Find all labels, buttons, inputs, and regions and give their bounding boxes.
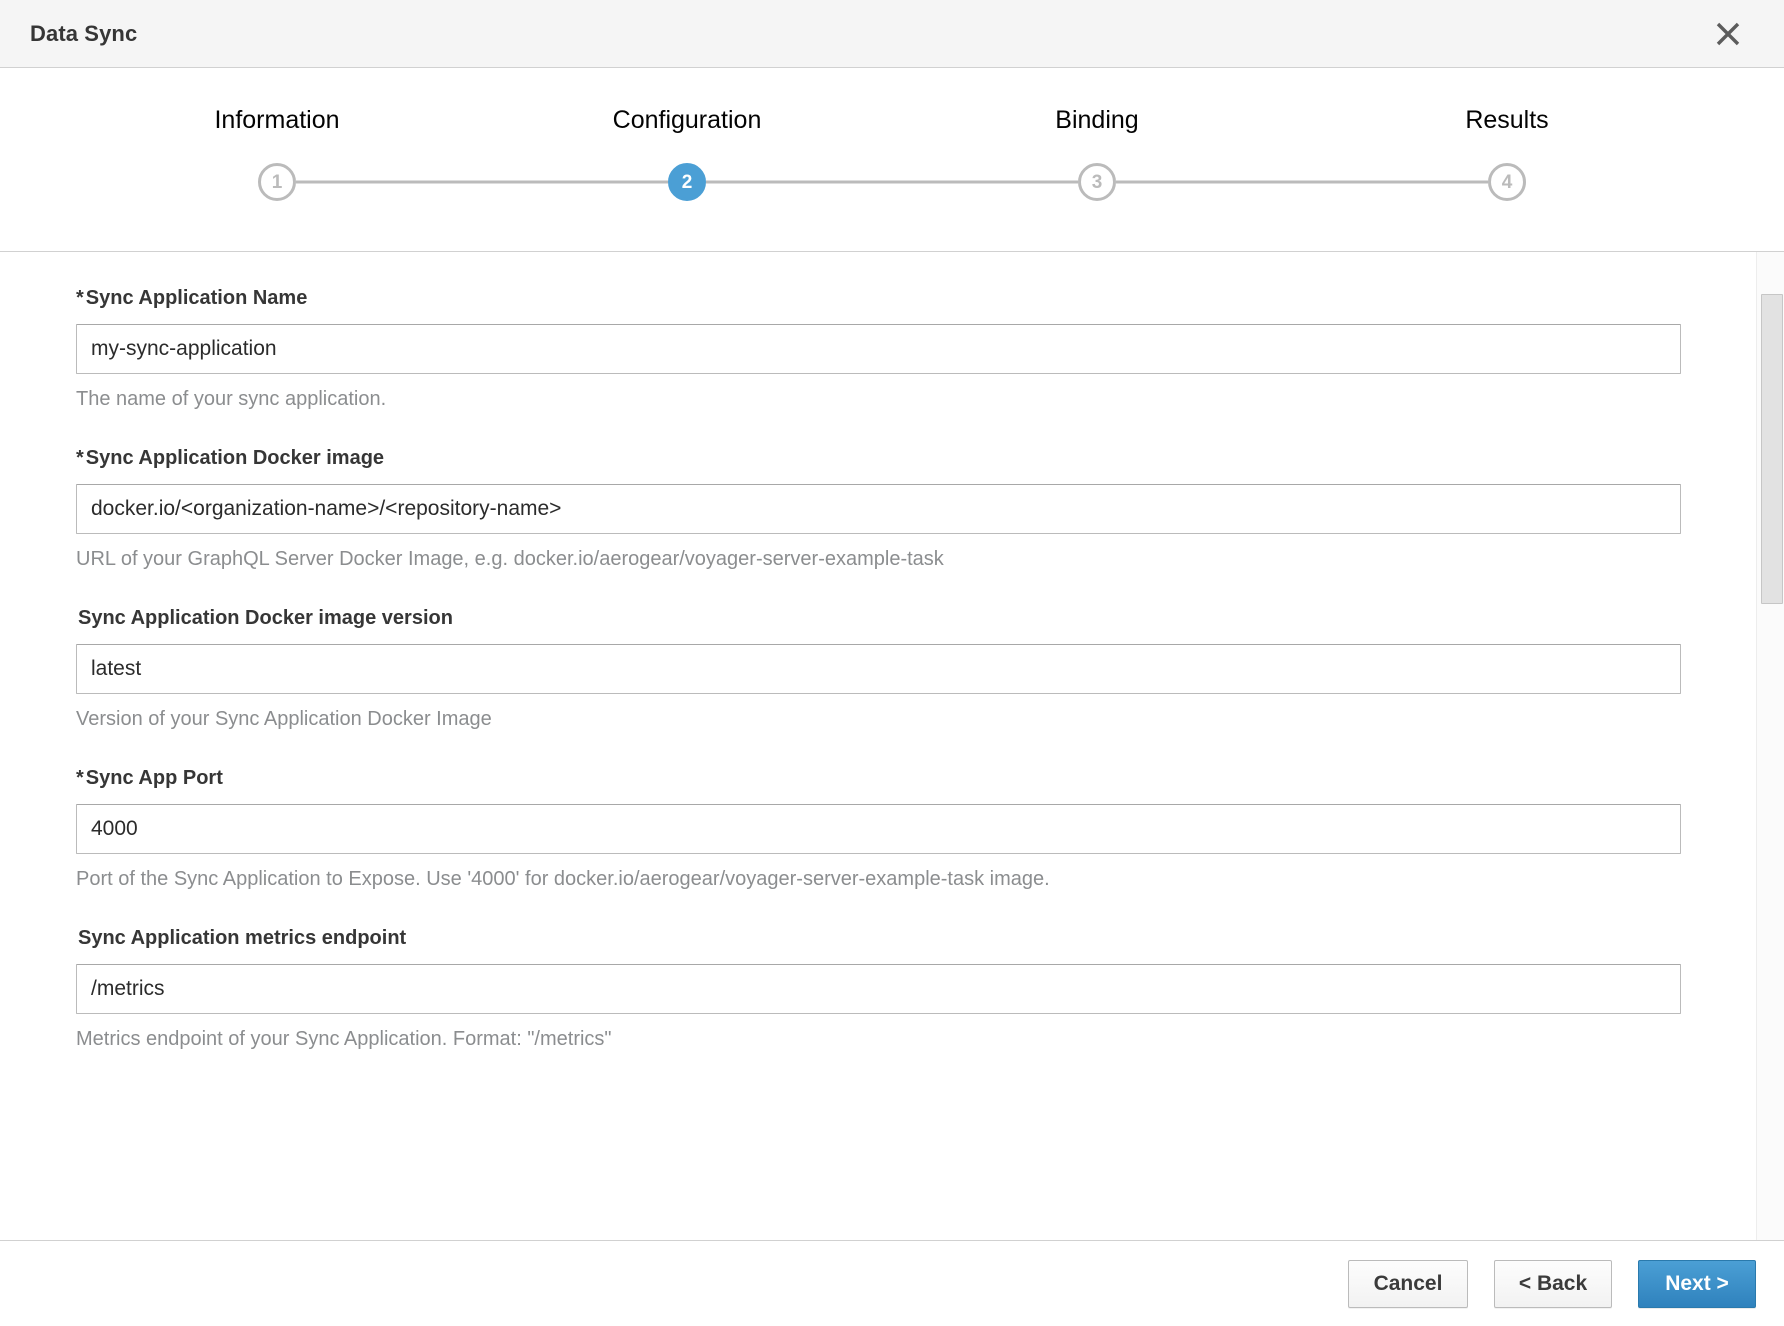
wizard-steps: Information 1 Configuration 2 Binding 3 …: [0, 108, 1784, 203]
field-label-text: Sync App Port: [85, 767, 223, 789]
field-group-sync-application-metrics-endpoint: Sync Application metrics endpoint Metric…: [76, 926, 1724, 1052]
wizard-step-connector: 3: [892, 161, 1302, 203]
wizard-step-number: 1: [258, 163, 296, 201]
back-button[interactable]: < Back: [1494, 1259, 1612, 1308]
wizard-step-information[interactable]: Information 1: [72, 108, 482, 203]
modal-header: Data Sync: [0, 0, 1784, 68]
required-marker: *: [76, 447, 84, 469]
wizard-step-binding[interactable]: Binding 3: [892, 108, 1302, 203]
field-group-sync-app-port: *Sync App Port Port of the Sync Applicat…: [76, 766, 1724, 892]
field-label-text: Sync Application Name: [85, 287, 308, 309]
field-help-sync-application-docker-image: URL of your GraphQL Server Docker Image,…: [76, 548, 944, 570]
data-sync-wizard-modal: Data Sync Information 1 Configuration 2: [0, 0, 1784, 1326]
field-help-sync-application-docker-image-version: Version of your Sync Application Docker …: [76, 708, 492, 730]
sync-app-port-input[interactable]: [76, 804, 1681, 854]
modal-body: *Sync Application Name The name of your …: [0, 252, 1784, 1240]
wizard-step-results[interactable]: Results 4: [1302, 108, 1712, 203]
field-group-sync-application-docker-image-version: Sync Application Docker image version Ve…: [76, 606, 1724, 732]
wizard-step-label: Binding: [1055, 106, 1139, 134]
sync-application-name-input[interactable]: [76, 324, 1681, 374]
field-group-sync-application-name: *Sync Application Name The name of your …: [76, 286, 1724, 412]
wizard-step-number: 2: [668, 163, 706, 201]
sync-application-docker-image-version-input[interactable]: [76, 644, 1681, 694]
wizard-step-configuration[interactable]: Configuration 2: [482, 108, 892, 203]
field-group-sync-application-docker-image: *Sync Application Docker image URL of yo…: [76, 446, 1724, 572]
form-scrollbar[interactable]: [1756, 252, 1784, 1240]
wizard-step-connector: 1: [72, 161, 482, 203]
field-help-sync-application-name: The name of your sync application.: [76, 388, 387, 410]
configuration-form: *Sync Application Name The name of your …: [0, 252, 1784, 1240]
form-scrollbar-thumb[interactable]: [1761, 294, 1783, 604]
field-label-sync-application-docker-image: * Sync Application Docker image: [76, 446, 1724, 470]
cancel-button[interactable]: Cancel: [1348, 1259, 1468, 1308]
wizard-step-label: Information: [214, 106, 340, 134]
field-label-sync-application-name: * Sync Application Name: [76, 286, 1724, 310]
field-label-sync-app-port: * Sync App Port: [76, 766, 1724, 790]
required-marker: *: [76, 767, 84, 789]
wizard-step-label: Configuration: [612, 106, 762, 134]
wizard-step-number: 4: [1488, 163, 1526, 201]
sync-application-docker-image-input[interactable]: [76, 484, 1681, 534]
close-icon[interactable]: [1706, 12, 1750, 56]
sync-application-metrics-endpoint-input[interactable]: [76, 964, 1681, 1014]
wizard-step-number: 3: [1078, 163, 1116, 201]
next-button[interactable]: Next >: [1638, 1259, 1756, 1308]
wizard-step-nav: Information 1 Configuration 2 Binding 3 …: [0, 68, 1784, 252]
field-label-text: Sync Application Docker image: [85, 447, 385, 469]
wizard-step-connector: 2: [482, 161, 892, 203]
field-help-sync-app-port: Port of the Sync Application to Expose. …: [76, 868, 1050, 890]
wizard-step-label: Results: [1465, 106, 1549, 134]
field-label-sync-application-docker-image-version: Sync Application Docker image version: [76, 606, 1724, 630]
modal-footer: Cancel < Back Next >: [0, 1240, 1784, 1326]
field-label-text: Sync Application Docker image version: [78, 607, 453, 629]
page-title: Data Sync: [30, 20, 138, 46]
field-label-sync-application-metrics-endpoint: Sync Application metrics endpoint: [76, 926, 1724, 950]
wizard-step-connector: 4: [1302, 161, 1712, 203]
field-label-text: Sync Application metrics endpoint: [78, 927, 407, 949]
required-marker: *: [76, 287, 84, 309]
field-help-sync-application-metrics-endpoint: Metrics endpoint of your Sync Applicatio…: [76, 1028, 612, 1050]
